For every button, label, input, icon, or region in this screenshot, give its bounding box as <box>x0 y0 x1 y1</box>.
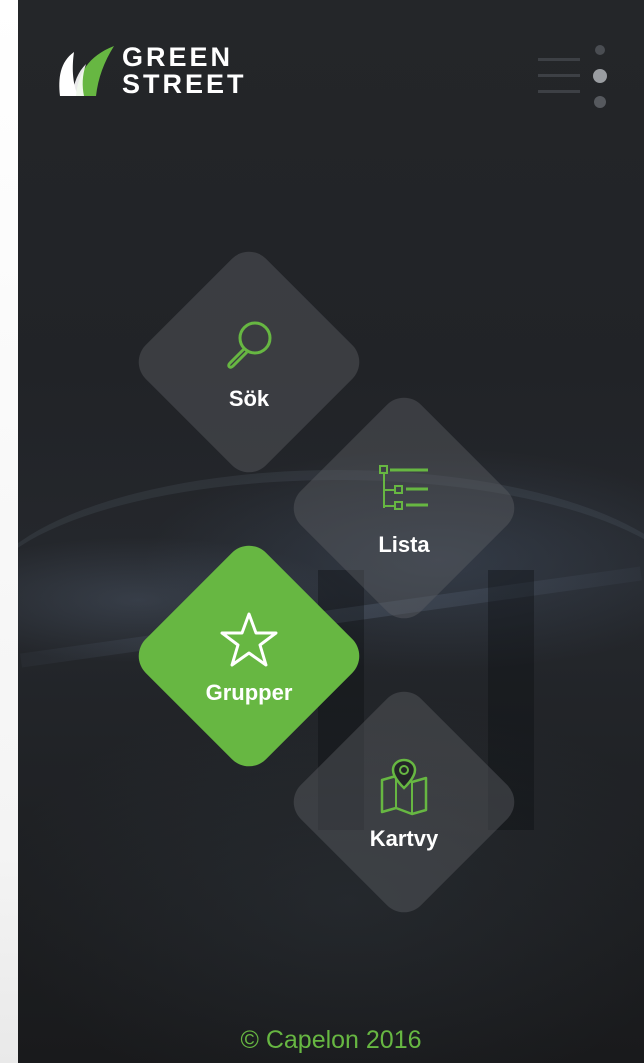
left-edge-strip <box>0 0 18 1063</box>
kartvy-tile-content[interactable]: Kartvy <box>314 739 494 869</box>
sok-tile-content[interactable]: Sök <box>159 299 339 429</box>
app-screen: GREEN STREET Sök Lista Grupper Kartvy © … <box>18 0 644 1063</box>
sok-label: Sök <box>228 386 270 411</box>
search-icon <box>227 321 272 369</box>
kartvy-label: Kartvy <box>369 826 439 851</box>
grupper-label: Grupper <box>205 680 293 705</box>
list-tree-icon <box>379 465 428 510</box>
green-street-logo: GREEN STREET <box>52 38 247 104</box>
map-pin-icon <box>380 758 428 816</box>
leaf-logo-icon <box>59 46 114 96</box>
list-menu-icon <box>538 45 607 108</box>
menu-button[interactable] <box>536 40 628 114</box>
lista-tile-content[interactable]: Lista <box>314 445 494 575</box>
copyright-footer: © Capelon 2016 <box>240 1026 422 1054</box>
logo-wordmark: GREEN STREET <box>122 44 247 98</box>
star-icon <box>220 612 278 667</box>
logo-line-2: STREET <box>122 69 247 99</box>
grupper-tile-content[interactable]: Grupper <box>159 593 339 723</box>
lista-label: Lista <box>378 532 430 557</box>
logo-line-1: GREEN <box>122 42 234 72</box>
